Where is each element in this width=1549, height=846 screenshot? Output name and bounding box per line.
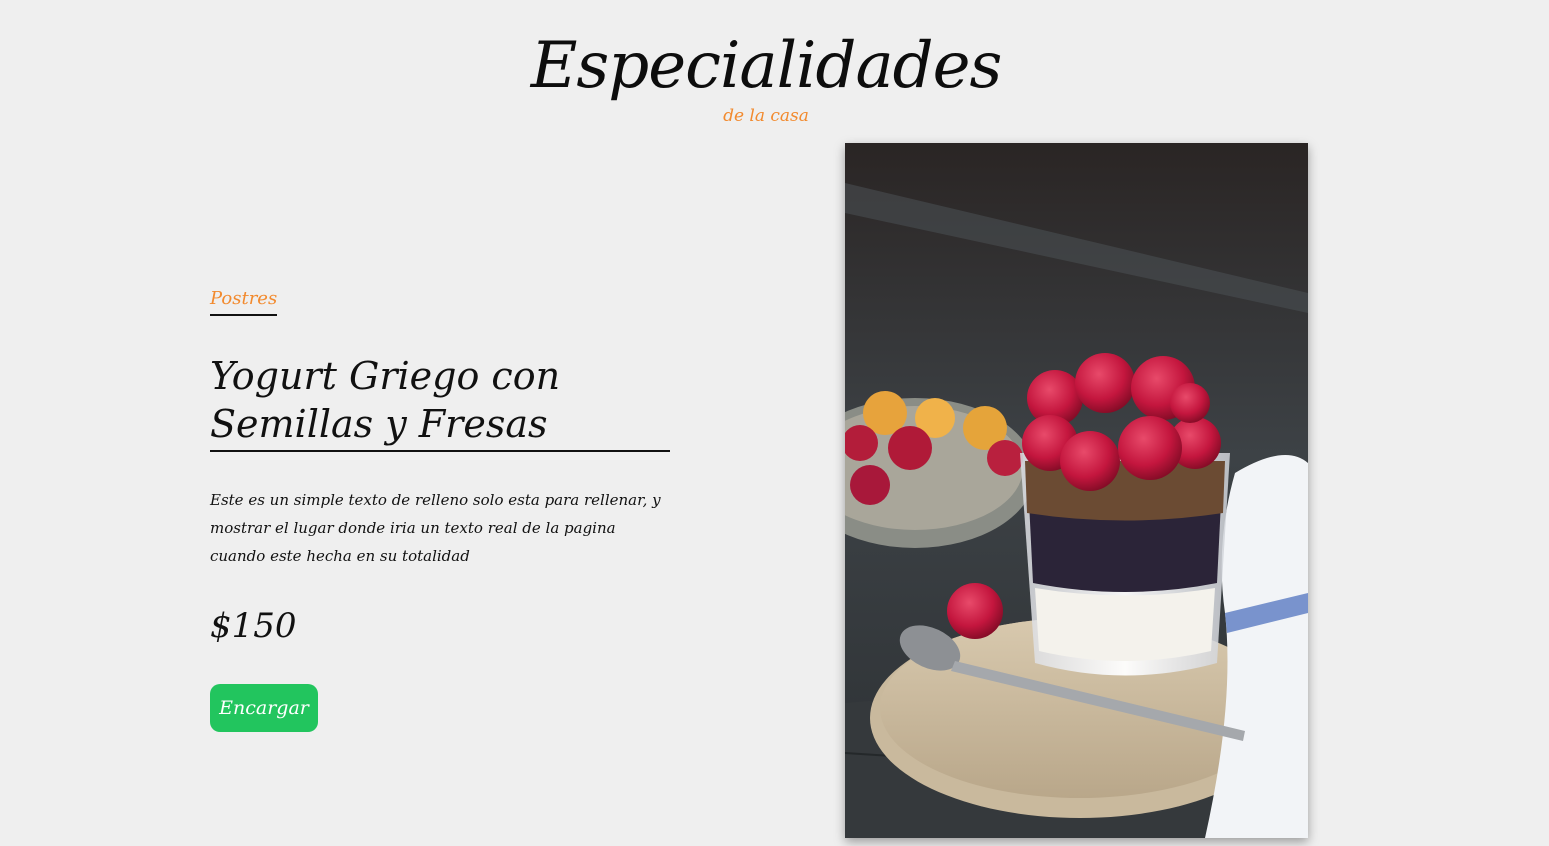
page-header: Especialidades de la casa: [0, 26, 1532, 126]
dish-photo: [845, 143, 1308, 838]
dish-title: Yogurt Griego con Semillas y Fresas: [210, 352, 670, 452]
dish-photo-illustration: [845, 143, 1308, 838]
category-label: Postres: [210, 286, 278, 316]
specialty-info: Postres Yogurt Griego con Semillas y Fre…: [210, 286, 670, 732]
page-title: Especialidades: [530, 29, 1003, 103]
page-subtitle: de la casa: [723, 106, 809, 126]
dish-price: $150: [210, 606, 297, 646]
order-button[interactable]: Encargar: [210, 684, 318, 732]
dish-description: Este es un simple texto de relleno solo …: [210, 491, 661, 565]
